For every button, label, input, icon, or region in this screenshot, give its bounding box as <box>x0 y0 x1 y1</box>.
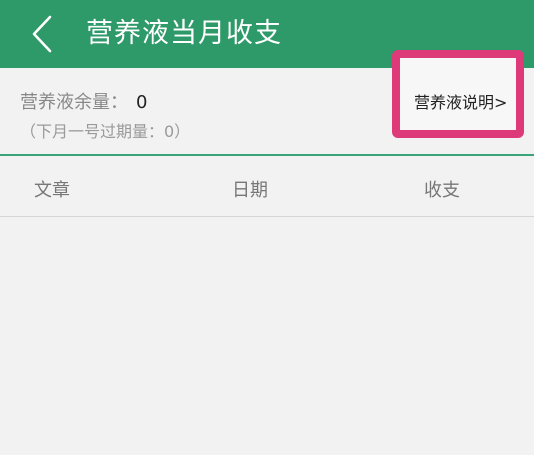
column-header-article: 文章 <box>34 180 70 201</box>
balance-row: 营养液余量： 0 <box>20 88 147 114</box>
table-header: 文章 日期 收支 <box>0 156 534 216</box>
balance-value: 0 <box>136 92 148 113</box>
back-button[interactable] <box>22 12 62 56</box>
column-header-date: 日期 <box>232 180 268 201</box>
transaction-list <box>0 217 534 455</box>
balance-label: 营养液余量： <box>20 92 128 113</box>
explain-link-label: 营养液说明> <box>414 93 508 112</box>
page-title: 营养液当月收支 <box>86 18 282 49</box>
explain-link[interactable]: 营养液说明> <box>392 50 524 138</box>
expire-note: （下月一号过期量：0） <box>20 122 191 141</box>
chevron-left-icon <box>32 15 52 53</box>
column-header-income-expense: 收支 <box>424 180 460 201</box>
app-root: 营养液当月收支 营养液余量： 0 （下月一号过期量：0） 营养液说明> 文章 日期… <box>0 0 534 455</box>
